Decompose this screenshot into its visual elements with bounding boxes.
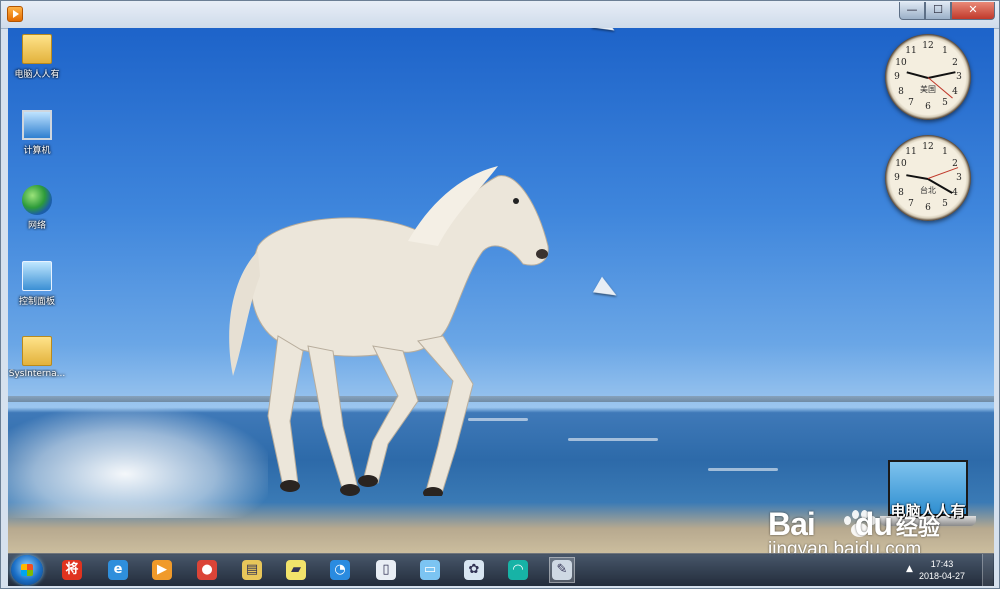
folder-icon [22, 336, 52, 366]
white-horse-image [229, 166, 549, 496]
desktop-wallpaper: 电脑人人有 计算机 网络 控制面板 SysInterna... 12 1 2 3… [8, 28, 994, 555]
clock-numeral: 12 [922, 41, 934, 51]
minimize-button[interactable]: — [899, 2, 925, 20]
media-player-window: — ☐ ✕ 电脑人人有 计算机 网络 控制面板 SysInterna... 12… [0, 0, 1000, 589]
file-explorer-icon[interactable]: ▤ [240, 558, 264, 582]
media-player-icon[interactable]: ▶ [150, 558, 174, 582]
desktop-icon-control-panel[interactable]: 控制面板 [8, 261, 69, 307]
desktop-icon-label: 控制面板 [18, 297, 55, 307]
chrome-icon-glyph: ● [197, 560, 217, 580]
headset-app-icon-glyph: ◠ [508, 560, 528, 580]
browser-icon-glyph: ◔ [330, 560, 350, 580]
clock-numeral: 1 [942, 147, 948, 157]
clock-hour-hand [906, 71, 929, 79]
clock-numeral: 5 [942, 199, 948, 209]
start-button[interactable] [11, 555, 43, 585]
taskbar-date: 2018-04-27 [918, 571, 966, 581]
desktop-icon-label: 网络 [27, 221, 46, 231]
mouse-cursor-icon [590, 28, 620, 39]
baidu-jingyan-watermark: Bai du 经验 jingyan.baidu.com [768, 506, 940, 555]
headset-app-icon[interactable]: ◠ [506, 558, 530, 582]
chrome-icon[interactable]: ● [195, 558, 219, 582]
desktop-icon-label: 计算机 [23, 146, 51, 156]
taskbar-clock[interactable]: 17:43 2018-04-27 [916, 558, 968, 582]
clock-numeral: 8 [898, 188, 904, 198]
document-icon[interactable]: ▯ [374, 558, 398, 582]
clock-numeral: 1 [942, 46, 948, 56]
clock-numeral: 9 [894, 72, 900, 82]
clock-numeral: 7 [908, 199, 914, 209]
mouse-cursor-icon [592, 276, 622, 304]
clock-numeral: 11 [905, 46, 917, 56]
sticky-notes-icon-glyph: ▰ [286, 560, 306, 580]
clock-numeral: 6 [925, 102, 931, 112]
desktop-icon-network[interactable]: 网络 [8, 185, 69, 231]
control-panel-icon [22, 261, 52, 291]
clock-numeral: 3 [956, 72, 962, 82]
show-desktop-button[interactable] [982, 554, 993, 586]
internet-explorer-icon[interactable]: e [106, 558, 130, 582]
settings-gear-icon[interactable]: ✿ [462, 558, 486, 582]
jiang-app-icon-glyph: 将 [62, 560, 82, 580]
clock-minute-hand [927, 71, 956, 79]
user-folder-icon [22, 34, 52, 64]
clock-numeral: 6 [925, 203, 931, 213]
clock-gadget-taipei[interactable]: 12 1 2 3 4 5 6 7 8 9 10 11 台北 [885, 135, 971, 221]
computer-icon [22, 110, 52, 140]
maximize-button[interactable]: ☐ [925, 2, 951, 20]
close-button[interactable]: ✕ [951, 2, 995, 20]
taskbar: 将 e ▶ ● ▤ ▰ ◔ ▯ ▭ ✿ ◠ ✎ ▲ 17:43 2018-04-27 [8, 553, 994, 586]
clock-numeral: 11 [905, 147, 917, 157]
title-bar[interactable]: — ☐ ✕ [1, 1, 999, 29]
clock-numeral: 9 [894, 173, 900, 183]
tray-overflow-arrow-icon[interactable]: ▲ [906, 564, 913, 574]
clock-numeral: 5 [942, 98, 948, 108]
network-icon [22, 185, 52, 215]
wave [708, 468, 778, 471]
clock-numeral: 12 [922, 142, 934, 152]
paint-app-icon[interactable]: ✎ [549, 557, 575, 583]
file-explorer-icon-glyph: ▤ [242, 560, 262, 580]
browser-icon[interactable]: ◔ [328, 558, 352, 582]
clock-numeral: 8 [898, 87, 904, 97]
jiang-app-icon[interactable]: 将 [60, 558, 84, 582]
watermark-du: du [854, 506, 893, 542]
desktop-icon-sysinternals[interactable]: SysInterna... [8, 336, 69, 379]
internet-explorer-icon-glyph: e [108, 560, 128, 580]
sticky-notes-icon[interactable]: ▰ [284, 558, 308, 582]
watermark-bai: Bai [768, 506, 816, 542]
taskbar-time: 17:43 [930, 559, 954, 569]
document-icon-glyph: ▯ [376, 560, 396, 580]
clock-numeral: 7 [908, 98, 914, 108]
wave [568, 438, 658, 441]
remote-desktop-icon-glyph: ▭ [420, 560, 440, 580]
desktop-icon-computer[interactable]: 计算机 [8, 110, 69, 156]
clock-gadget-us[interactable]: 12 1 2 3 4 5 6 7 8 9 10 11 美国 [885, 34, 971, 120]
clock-numeral: 10 [895, 58, 907, 68]
clock-numeral: 10 [895, 159, 907, 169]
watermark-jingyan: 经验 [895, 515, 940, 540]
desktop-icon-label: SysInterna... [8, 369, 66, 379]
settings-gear-icon-glyph: ✿ [464, 560, 484, 580]
clock-hour-hand [906, 174, 929, 180]
clock-numeral: 3 [956, 173, 962, 183]
desktop-icon-label: 电脑人人有 [14, 70, 60, 80]
remote-desktop-icon[interactable]: ▭ [418, 558, 442, 582]
desktop-icon-user-folder[interactable]: 电脑人人有 [8, 34, 69, 80]
clock-numeral: 2 [952, 58, 958, 68]
media-player-icon[interactable] [7, 6, 23, 22]
paint-app-icon-glyph: ✎ [552, 560, 572, 580]
media-player-icon-glyph: ▶ [152, 560, 172, 580]
